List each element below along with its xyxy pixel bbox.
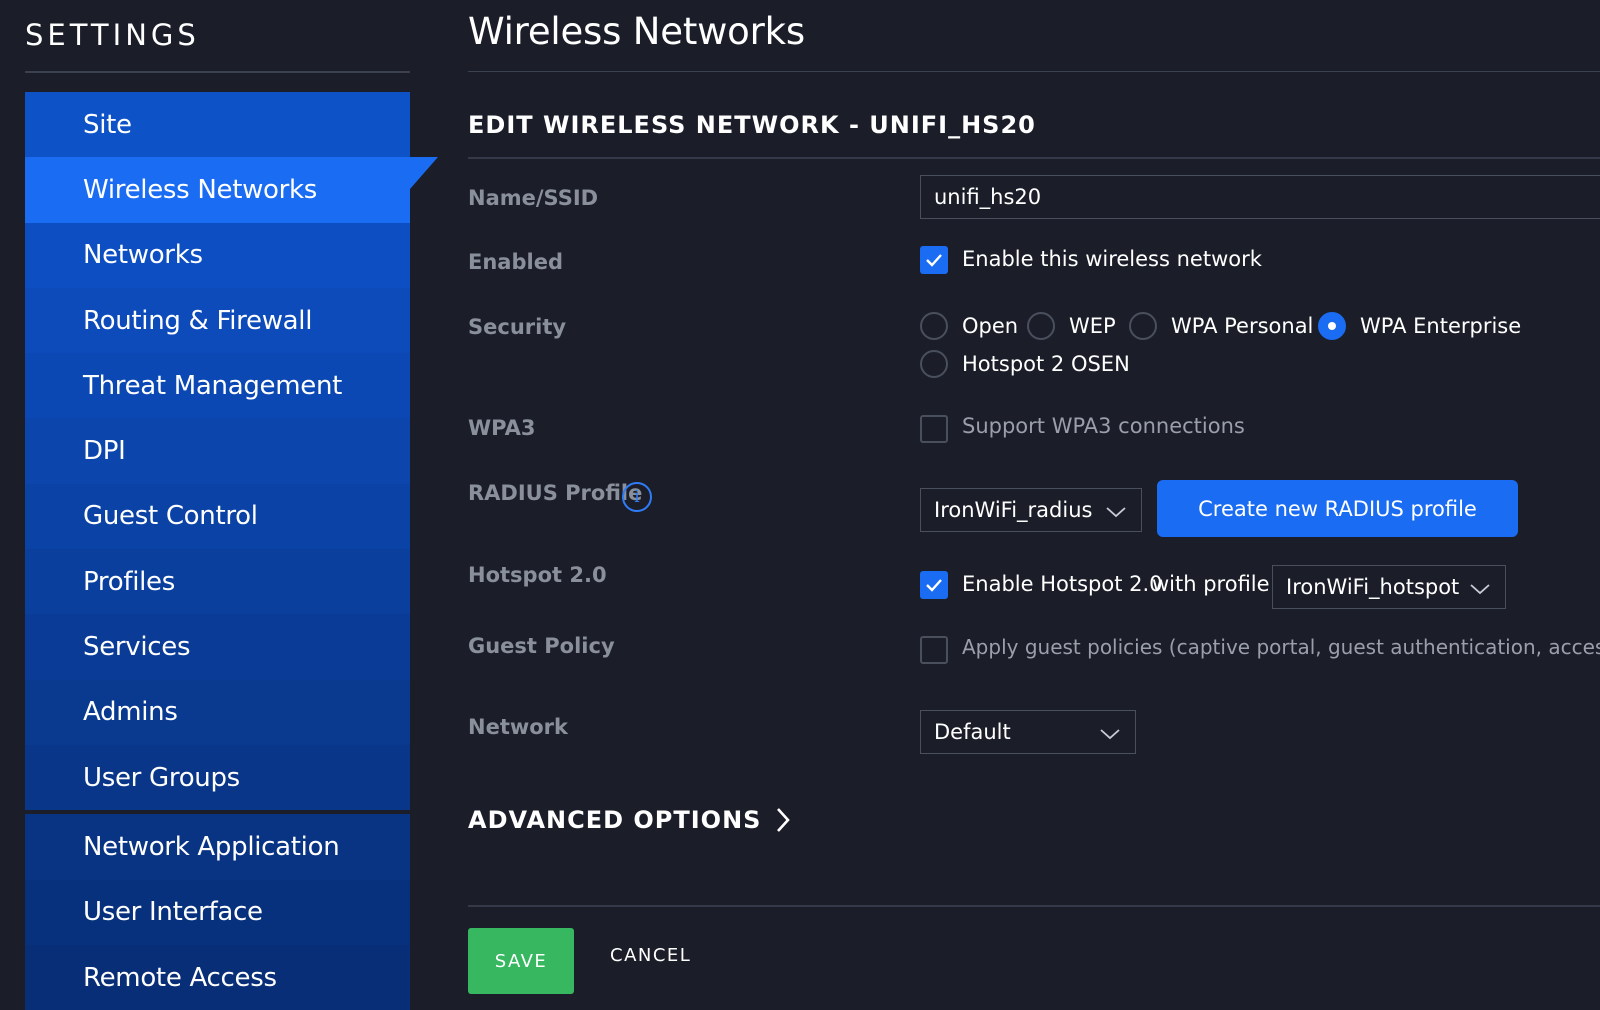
sidebar-item-profiles[interactable]: Profiles <box>25 549 410 615</box>
guest-policy-label: Guest Policy <box>468 634 615 658</box>
sidebar-item-guest-control[interactable]: Guest Control <box>25 483 410 550</box>
security-radio-hotspot2-osen[interactable] <box>920 350 948 378</box>
footer-divider <box>468 905 1600 907</box>
sidebar-item-threat-management[interactable]: Threat Management <box>25 353 410 419</box>
wpa3-checkbox-label: Support WPA3 connections <box>962 414 1245 438</box>
security-option-wpa-enterprise: WPA Enterprise <box>1360 314 1522 338</box>
name-ssid-input[interactable] <box>920 175 1600 219</box>
security-option-open: Open <box>962 314 1019 338</box>
sidebar: Site Wireless Networks Networks Routing … <box>25 92 438 1010</box>
chevron-down-icon <box>1100 729 1120 740</box>
checkmark-icon <box>926 579 942 592</box>
settings-title: SETTINGS <box>25 18 200 52</box>
advanced-options-label: ADVANCED OPTIONS <box>468 806 762 834</box>
enabled-checkbox-label: Enable this wireless network <box>962 247 1262 271</box>
sidebar-item-site[interactable]: Site <box>25 92 410 158</box>
hotspot-label: Hotspot 2.0 <box>468 563 607 587</box>
sidebar-item-routing-firewall[interactable]: Routing & Firewall <box>25 287 410 354</box>
network-select[interactable]: Default <box>920 710 1136 754</box>
enabled-label: Enabled <box>468 250 563 274</box>
security-option-wep: WEP <box>1069 314 1116 338</box>
advanced-options-toggle[interactable]: ADVANCED OPTIONS <box>468 806 791 834</box>
title-divider <box>468 71 1600 72</box>
chevron-right-icon <box>777 808 791 832</box>
create-radius-profile-button[interactable]: Create new RADIUS profile <box>1157 480 1518 537</box>
security-radio-wpa-enterprise[interactable] <box>1318 312 1346 340</box>
hotspot-checkbox-label: Enable Hotspot 2.0 <box>962 572 1163 596</box>
section-title: EDIT WIRELESS NETWORK - UNIFI_HS20 <box>468 111 1036 139</box>
hotspot-with-profile-text: with profile <box>1152 572 1270 596</box>
radius-profile-label: RADIUS Profile <box>468 481 643 505</box>
sidebar-item-wireless-networks[interactable]: Wireless Networks <box>25 157 438 223</box>
info-icon[interactable]: i <box>622 482 652 512</box>
security-option-wpa-personal: WPA Personal <box>1171 314 1314 338</box>
hotspot-profile-select[interactable]: IronWiFi_hotspot <box>1272 565 1506 609</box>
radius-profile-value: IronWiFi_radius <box>934 498 1093 522</box>
security-label: Security <box>468 315 567 339</box>
hotspot-profile-value: IronWiFi_hotspot <box>1286 575 1460 599</box>
security-option-hotspot2-osen: Hotspot 2 OSEN <box>962 352 1130 376</box>
wpa3-checkbox[interactable] <box>920 415 948 443</box>
sidebar-item-admins[interactable]: Admins <box>25 679 410 745</box>
sidebar-item-user-interface[interactable]: User Interface <box>25 879 410 945</box>
sidebar-item-remote-access[interactable]: Remote Access <box>25 944 410 1010</box>
cancel-button[interactable]: CANCEL <box>610 945 691 966</box>
sidebar-item-dpi[interactable]: DPI <box>25 418 410 484</box>
wpa3-label: WPA3 <box>468 416 536 440</box>
sidebar-divider <box>25 71 410 73</box>
security-radio-wep[interactable] <box>1027 312 1055 340</box>
chevron-down-icon <box>1470 584 1490 595</box>
network-value: Default <box>934 720 1011 744</box>
security-radio-wpa-personal[interactable] <box>1129 312 1157 340</box>
radius-profile-select[interactable]: IronWiFi_radius <box>920 488 1142 532</box>
network-label: Network <box>468 715 569 739</box>
checkmark-icon <box>926 254 942 267</box>
save-button[interactable]: SAVE <box>468 928 574 994</box>
guest-policy-checkbox[interactable] <box>920 636 948 664</box>
section-divider <box>468 157 1600 159</box>
sidebar-item-services[interactable]: Services <box>25 614 410 680</box>
sidebar-item-user-groups[interactable]: User Groups <box>25 744 410 811</box>
guest-policy-checkbox-label: Apply guest policies (captive portal, gu… <box>962 635 1600 659</box>
sidebar-item-network-application[interactable]: Network Application <box>25 814 410 880</box>
chevron-down-icon <box>1106 507 1126 518</box>
name-ssid-label: Name/SSID <box>468 186 599 210</box>
sidebar-item-networks[interactable]: Networks <box>25 222 410 288</box>
page-title: Wireless Networks <box>468 10 805 53</box>
hotspot-checkbox[interactable] <box>920 571 948 599</box>
enabled-checkbox[interactable] <box>920 246 948 274</box>
security-radio-open[interactable] <box>920 312 948 340</box>
